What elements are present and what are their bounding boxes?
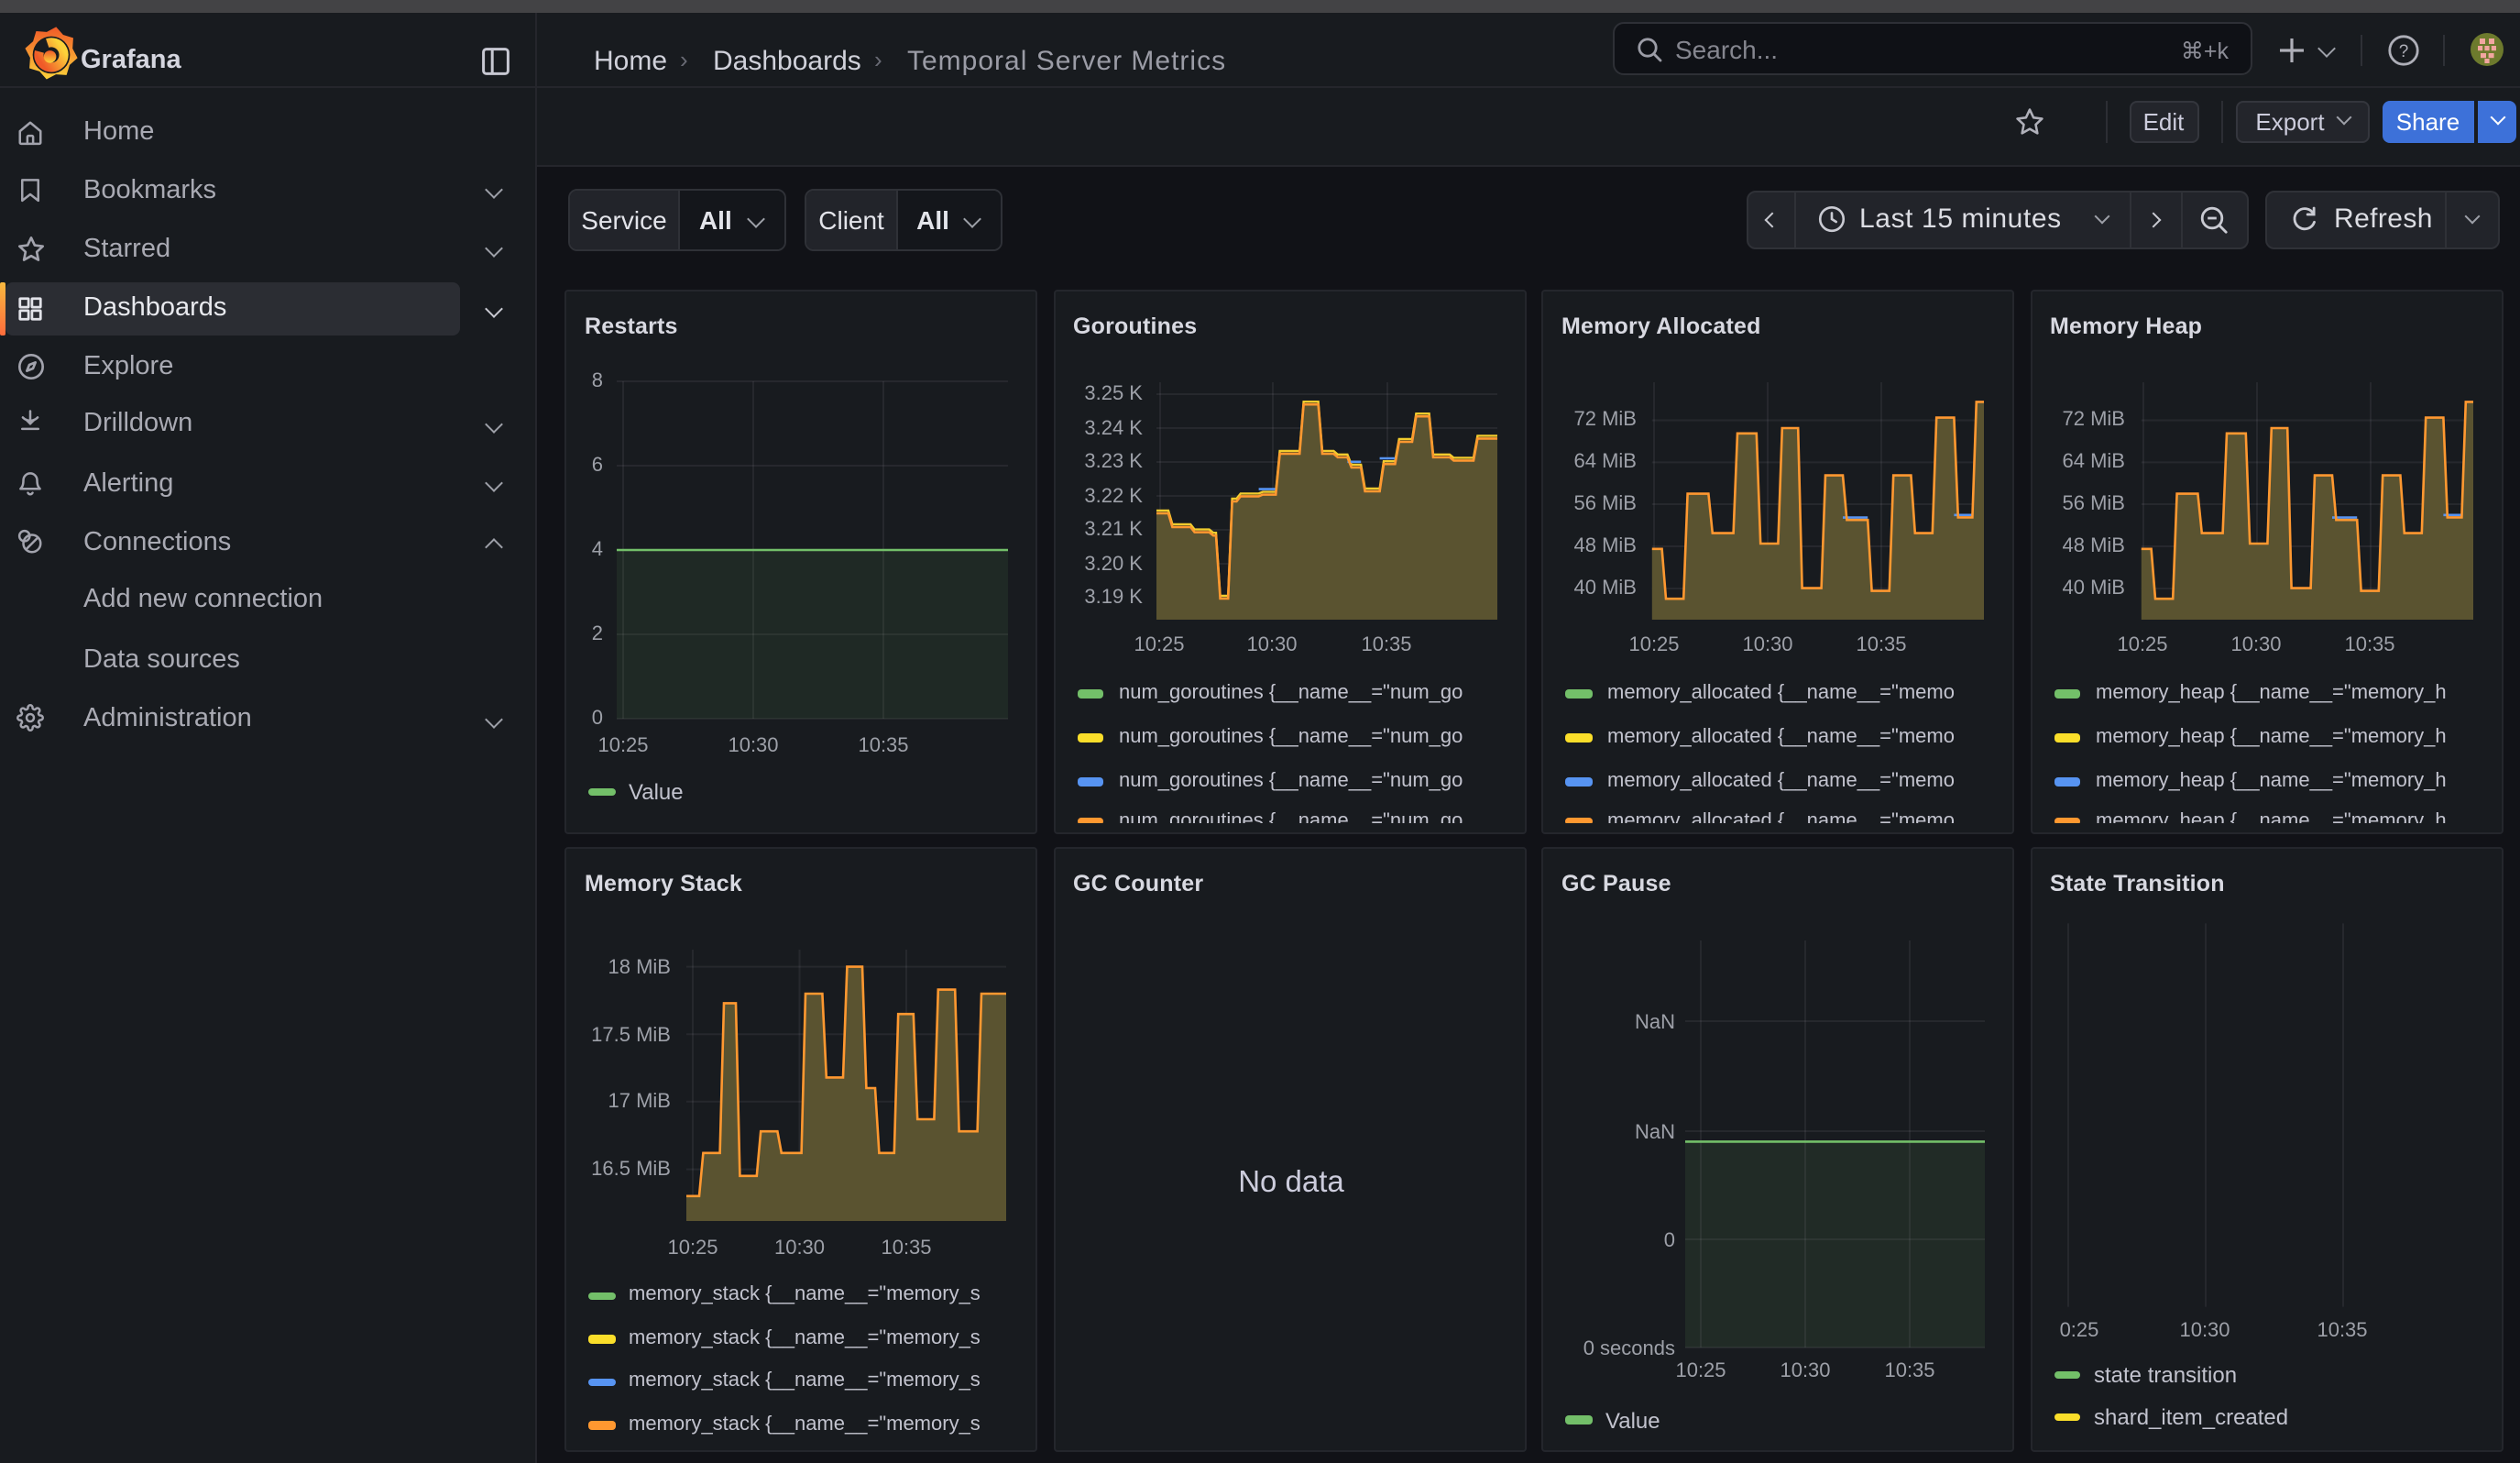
svg-text:?: ? [2399, 41, 2409, 60]
